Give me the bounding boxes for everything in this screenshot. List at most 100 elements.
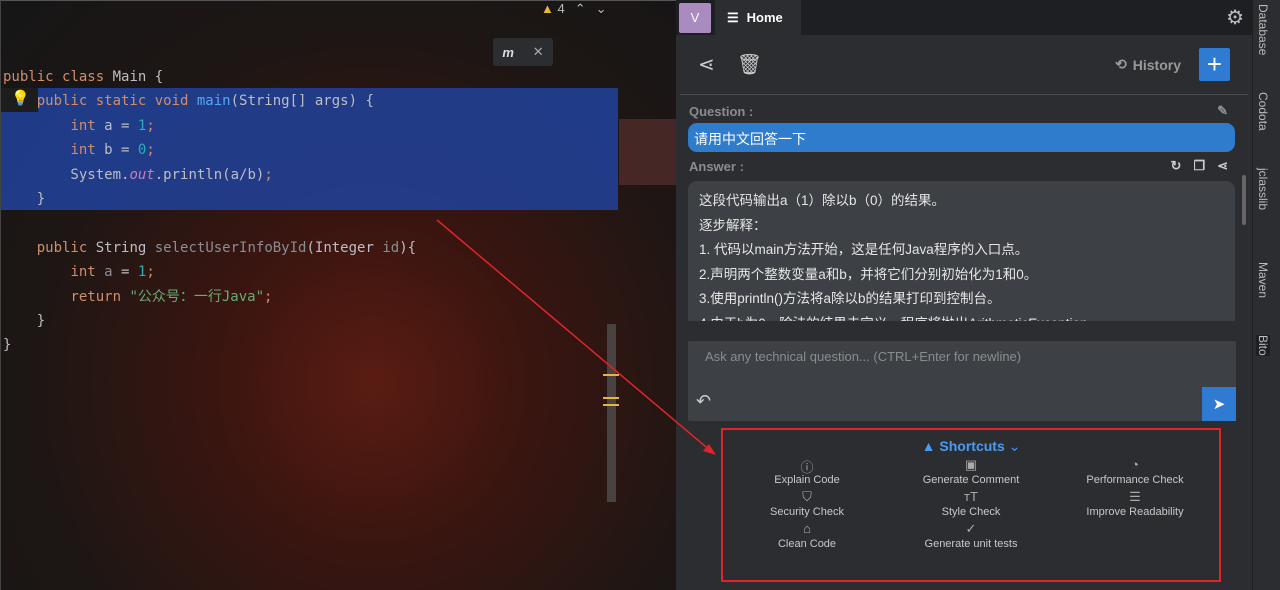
bito-panel: V ☰ Home ⚙ ⋖ 🗑 ⟲ History + Question : ✎ 请用中… xyxy=(676,0,1252,590)
comment-plus-icon: ▣ xyxy=(964,457,978,472)
code-token: ){ xyxy=(399,239,417,256)
code-line: int b = 0; xyxy=(3,138,416,162)
answer-scrollbar[interactable] xyxy=(1242,175,1246,225)
chevron-down-icon[interactable]: ⌄ xyxy=(596,1,607,17)
code-line: int a = 1; xyxy=(3,114,416,138)
send-icon: ➤ xyxy=(1212,396,1226,413)
code-token: public xyxy=(3,69,63,85)
code-token: ; xyxy=(146,142,155,159)
code-token: } xyxy=(3,337,12,354)
copy-icon[interactable]: ❐ xyxy=(1193,158,1205,174)
maven-reload-icon[interactable]: m xyxy=(502,45,514,60)
shortcut-explain-code[interactable]: ⓘ Explain Code xyxy=(725,457,889,486)
question-input[interactable]: Ask any technical question... (CTRL+Ente… xyxy=(688,341,1236,421)
code-line: public static void main(String[] args) { xyxy=(3,89,416,113)
shortcut-generate-unit-tests[interactable]: ✓ Generate unit tests xyxy=(889,521,1053,550)
code-token: ; xyxy=(264,166,273,183)
code-line: System.out.println(a/b); xyxy=(3,163,416,187)
history-button[interactable]: ⟲ History xyxy=(1115,56,1181,73)
code-token: "公众号：一行Java" xyxy=(129,288,265,305)
code-line: return "公众号：一行Java"; xyxy=(3,285,416,309)
shortcuts-toggle[interactable]: ▲ Shortcuts ⌄ xyxy=(723,438,1219,455)
shortcut-performance-check[interactable]: ◔ Performance Check xyxy=(1053,457,1217,486)
code-token: ; xyxy=(264,288,273,305)
trash-icon[interactable]: 🗑 xyxy=(737,52,762,77)
warning-icon: ▲ xyxy=(541,1,554,16)
maven-reload-popup[interactable]: m ✕ xyxy=(493,38,553,66)
code-token: id xyxy=(382,239,400,256)
code-line: int a = 1; xyxy=(3,260,416,284)
code-line: public class Main { xyxy=(3,65,416,89)
shortcut-clean-code[interactable]: ⌂ Clean Code xyxy=(725,521,889,550)
new-chat-button[interactable]: + xyxy=(1199,48,1230,81)
question-bubble: 请用中文回答一下 xyxy=(688,123,1235,152)
code-text[interactable]: public class Main { public static void m… xyxy=(3,65,416,358)
question-circle-icon: ⓘ xyxy=(800,460,814,475)
code-token: a = xyxy=(104,117,138,134)
chevron-up-icon[interactable]: ⌃ xyxy=(575,1,586,17)
chevron-down-icon: ⌄ xyxy=(1008,438,1021,454)
tool-jclasslib[interactable]: jclasslib xyxy=(1256,168,1270,210)
code-line: } xyxy=(3,309,416,333)
code-token: } xyxy=(3,191,46,208)
code-token: public static void xyxy=(36,93,197,110)
code-line: public String selectUserInfoById(Integer… xyxy=(3,236,416,260)
close-icon[interactable]: ✕ xyxy=(533,44,544,60)
shortcut-style-check[interactable]: ᴛT Style Check xyxy=(889,489,1053,518)
inspection-widget[interactable]: ▲ 4 ⌃ ⌄ xyxy=(541,1,607,17)
code-token: class xyxy=(62,69,113,85)
broom-icon: ⌂ xyxy=(803,521,811,536)
code-token: return xyxy=(70,288,130,305)
code-token: int xyxy=(70,264,105,281)
minimap xyxy=(619,119,676,185)
code-line: } xyxy=(3,187,416,211)
code-token: Main { xyxy=(112,69,164,85)
code-token: System. xyxy=(3,166,130,183)
gear-icon[interactable]: ⚙ xyxy=(1226,5,1244,30)
code-token: int xyxy=(70,117,105,134)
shortcut-generate-comment[interactable]: ▣ Generate Comment xyxy=(889,457,1053,486)
tool-maven[interactable]: Maven xyxy=(1256,262,1270,298)
tool-database[interactable]: Database xyxy=(1256,4,1270,55)
avatar[interactable]: V xyxy=(679,2,711,33)
menu-icon: ☰ xyxy=(727,9,739,25)
code-token: a xyxy=(104,264,113,281)
code-token: (String[] args) { xyxy=(230,93,374,110)
shortcut-security-check[interactable]: ⛉ Security Check xyxy=(725,489,889,518)
share-icon[interactable]: ⋖ xyxy=(1217,158,1228,174)
tool-bito[interactable]: Bito xyxy=(1256,335,1270,356)
code-token: main xyxy=(196,93,231,110)
regenerate-icon[interactable]: ↻ xyxy=(1171,158,1182,174)
tool-window-strip: Database Codota jclasslib Maven Bito xyxy=(1252,0,1280,590)
tool-codota[interactable]: Codota xyxy=(1256,92,1270,131)
shield-icon: ⛉ xyxy=(802,489,812,504)
check-circle-icon: ✓ xyxy=(965,521,977,536)
history-icon: ⟲ xyxy=(1115,56,1127,72)
answer-bubble: 这段代码输出a（1）除以b（0）的结果。 逐步解释： 1. 代码以main方法开… xyxy=(688,181,1235,321)
shortcuts-panel: ▲ Shortcuts ⌄ ⓘ Explain Code ▣ Generate Com… xyxy=(721,428,1221,582)
code-token: out xyxy=(129,166,155,183)
code-token: String xyxy=(95,239,155,256)
code-token: int xyxy=(70,142,105,159)
code-editor[interactable]: 💡 public class Main { public static void… xyxy=(0,0,676,590)
edit-icon[interactable]: ✎ xyxy=(1217,103,1228,119)
send-button[interactable]: ➤ xyxy=(1202,387,1236,421)
undo-icon[interactable]: ↶ xyxy=(696,391,711,412)
code-token: b = xyxy=(104,142,138,159)
scrollbar[interactable] xyxy=(607,324,616,502)
shortcut-improve-readability[interactable]: ☰ Improve Readability xyxy=(1053,489,1217,518)
code-token: ; xyxy=(146,264,155,281)
code-line: } xyxy=(3,333,416,357)
code-token: ; xyxy=(146,117,155,134)
share-icon[interactable]: ⋖ xyxy=(698,52,715,77)
tab-home[interactable]: ☰ Home xyxy=(715,0,801,35)
gauge-icon: ◔ xyxy=(1131,457,1139,472)
code-token: } xyxy=(3,313,46,330)
list-search-icon: ☰ xyxy=(1129,489,1141,504)
